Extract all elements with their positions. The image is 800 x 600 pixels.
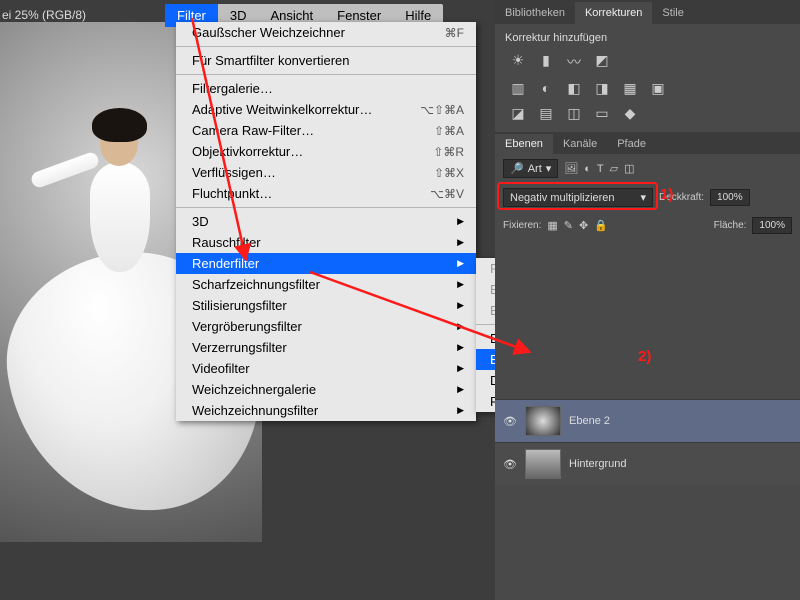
fill-field[interactable]: 100%	[752, 217, 792, 234]
menu-item-smartfilter[interactable]: Für Smartfilter konvertieren	[176, 50, 476, 71]
menu-item-fluchtpunkt[interactable]: Fluchtpunkt…⌥⌘V	[176, 183, 476, 204]
korrektur-title: Korrektur hinzufügen	[495, 24, 800, 48]
layer-filter-select[interactable]: 🔎 Art ▾	[503, 159, 558, 178]
color-lookup-icon[interactable]: ▣	[649, 80, 667, 97]
document-title: ei 25% (RGB/8)	[2, 8, 86, 22]
menu-item-adaptive[interactable]: Adaptive Weitwinkelkorrektur…⌥⇧⌘A	[176, 99, 476, 120]
menu-item-3d[interactable]: 3D	[176, 211, 476, 232]
adjustments-row1: ☀ ▮ 〰 ◩	[495, 48, 800, 76]
filter-adj-icon[interactable]: ◐	[584, 163, 591, 175]
lock-brush-icon[interactable]: ✎	[564, 219, 573, 232]
filter-img-icon[interactable]: 🖼	[564, 162, 578, 175]
filter-dropdown: Gaußscher Weichzeichner⌘F Für Smartfilte…	[176, 22, 476, 421]
tab-korrekturen[interactable]: Korrekturen	[575, 2, 652, 24]
menu-item-vergroeberung[interactable]: Vergröberungsfilter	[176, 316, 476, 337]
menu-item-videofilter[interactable]: Videofilter	[176, 358, 476, 379]
filter-smart-icon[interactable]: ◫	[624, 162, 634, 175]
hue-icon[interactable]: ◐	[537, 80, 555, 97]
opacity-field[interactable]: 100%	[710, 189, 750, 206]
menu-item-rauschfilter[interactable]: Rauschfilter	[176, 232, 476, 253]
visibility-icon[interactable]: 👁	[503, 458, 517, 471]
menu-item-verfluessigen[interactable]: Verflüssigen…⇧⌘X	[176, 162, 476, 183]
filter-shape-icon[interactable]: ▱	[610, 162, 618, 175]
tab-pfade[interactable]: Pfade	[607, 134, 656, 154]
menu-item-renderfilter[interactable]: Renderfilter	[176, 253, 476, 274]
layer-row-ebene2[interactable]: 👁 Ebene 2	[495, 399, 800, 442]
right-panels: Bibliotheken Korrekturen Stile Korrektur…	[495, 0, 800, 600]
threshold-icon[interactable]: ◫	[565, 105, 583, 122]
menu-item-filtergalerie[interactable]: Filtergalerie…	[176, 78, 476, 99]
visibility-icon[interactable]: 👁	[503, 415, 517, 428]
annotation-label-2: 2)	[638, 348, 651, 365]
layer-thumb[interactable]	[525, 406, 561, 436]
selective-color-icon[interactable]: ◆	[621, 105, 639, 122]
lock-pixels-icon[interactable]: ▦	[547, 219, 557, 232]
tab-kanaele[interactable]: Kanäle	[553, 134, 607, 154]
posterize-icon[interactable]: ▤	[537, 105, 555, 122]
menu-item-cameraraw[interactable]: Camera Raw-Filter…⇧⌘A	[176, 120, 476, 141]
filter-type-icon[interactable]: T	[597, 163, 604, 175]
bw-icon[interactable]: ◧	[565, 80, 583, 97]
layer-row-hintergrund[interactable]: 👁 Hintergrund	[495, 442, 800, 485]
exposure-icon[interactable]: ◩	[593, 52, 611, 72]
menu-item-objektivkorrektur[interactable]: Objektivkorrektur…⇧⌘R	[176, 141, 476, 162]
menu-item-weichzeichnergalerie[interactable]: Weichzeichnergalerie	[176, 379, 476, 400]
gradient-map-icon[interactable]: ▭	[593, 105, 611, 122]
menu-item-stilisierung[interactable]: Stilisierungsfilter	[176, 295, 476, 316]
photo-filter-icon[interactable]: ◨	[593, 80, 611, 97]
tab-ebenen[interactable]: Ebenen	[495, 134, 553, 154]
lock-move-icon[interactable]: ✥	[579, 219, 588, 232]
tab-stile[interactable]: Stile	[652, 2, 693, 24]
levels-icon[interactable]: ▮	[537, 52, 555, 72]
layers-tabs: Ebenen Kanäle Pfade	[495, 132, 800, 154]
layer-thumb[interactable]	[525, 449, 561, 479]
curves-icon[interactable]: 〰	[565, 52, 583, 72]
menu-item-weichzeichnungsfilter[interactable]: Weichzeichnungsfilter	[176, 400, 476, 421]
channel-mixer-icon[interactable]: ▦	[621, 80, 639, 97]
lock-label: Fixieren:	[503, 220, 541, 231]
adjustments-row2: ▥ ◐ ◧ ◨ ▦ ▣	[495, 76, 800, 101]
layer-name[interactable]: Hintergrund	[569, 458, 626, 470]
lock-all-icon[interactable]: 🔒	[594, 219, 608, 232]
annotation-label-1: 1)	[660, 186, 673, 203]
adjustments-tabs: Bibliotheken Korrekturen Stile	[495, 0, 800, 24]
tab-bibliotheken[interactable]: Bibliotheken	[495, 2, 575, 24]
fill-label: Fläche:	[714, 220, 747, 231]
vibrance-icon[interactable]: ▥	[509, 80, 527, 97]
menu-item-verzerrung[interactable]: Verzerrungsfilter	[176, 337, 476, 358]
brightness-icon[interactable]: ☀	[509, 52, 527, 72]
adjustments-row3: ◪ ▤ ◫ ▭ ◆	[495, 101, 800, 126]
layer-name[interactable]: Ebene 2	[569, 415, 610, 427]
menu-item-last-filter[interactable]: Gaußscher Weichzeichner⌘F	[176, 22, 476, 43]
menu-item-scharfzeichnung[interactable]: Scharfzeichnungsfilter	[176, 274, 476, 295]
invert-icon[interactable]: ◪	[509, 105, 527, 122]
annotation-box-blendmode	[497, 182, 658, 210]
